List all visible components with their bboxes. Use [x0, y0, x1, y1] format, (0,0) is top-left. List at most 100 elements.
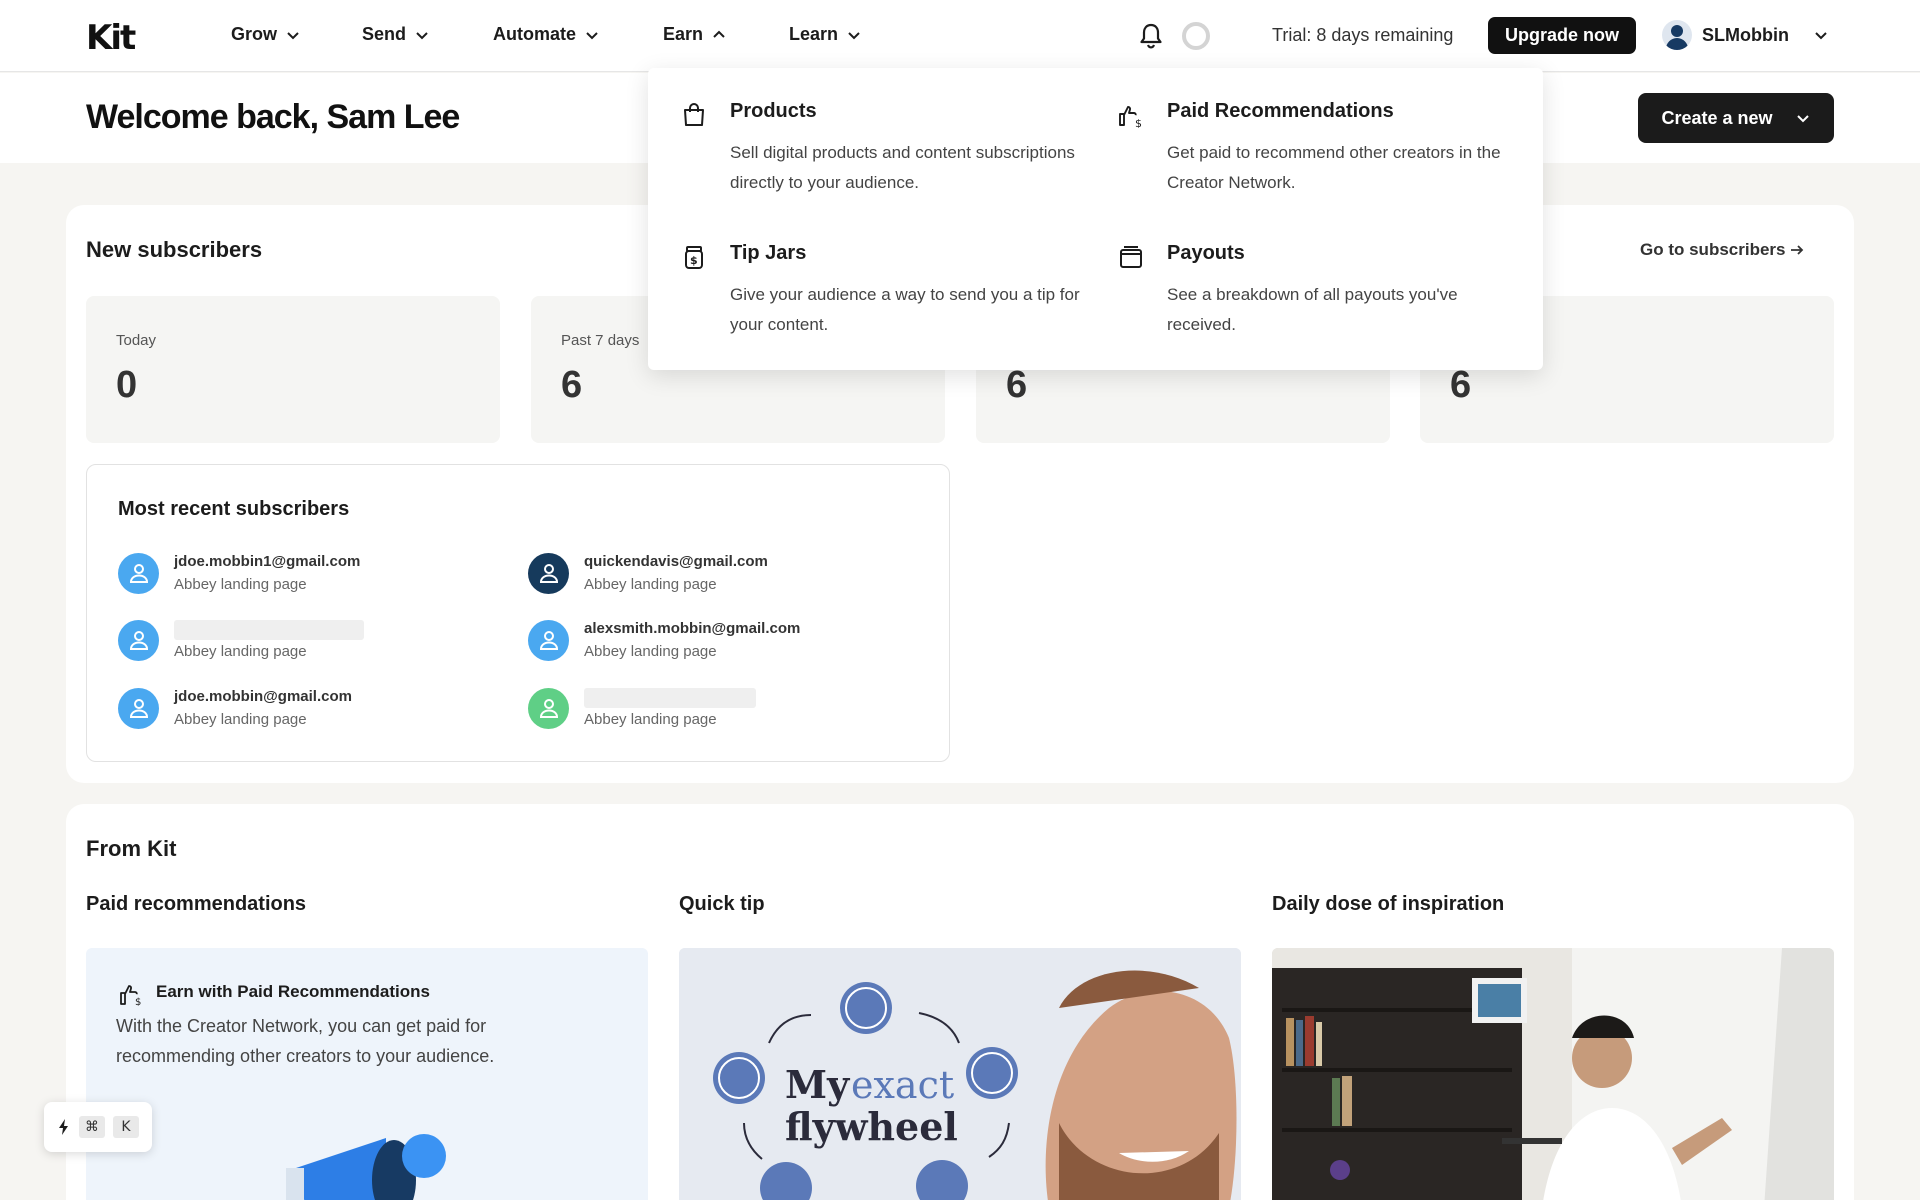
- bell-icon[interactable]: [1138, 22, 1164, 50]
- list-item[interactable]: alexsmith.mobbin@gmail.com Abbey landing…: [528, 620, 800, 661]
- top-navigation: Kit Grow Send Automate Earn Learn Trial:…: [0, 0, 1920, 72]
- command-key: ⌘: [79, 1116, 105, 1138]
- user-menu[interactable]: SLMobbin: [1662, 20, 1829, 50]
- flywheel-title-word-1: My: [785, 1062, 850, 1107]
- stat-label: Past 7 days: [561, 332, 640, 349]
- user-icon: [539, 699, 559, 718]
- menu-item-payouts[interactable]: Payouts See a breakdown of all payouts y…: [1118, 242, 1518, 352]
- subscriber-source: Abbey landing page: [174, 643, 307, 660]
- subscriber-avatar: [118, 620, 159, 661]
- subscriber-source: Abbey landing page: [174, 711, 307, 728]
- subscriber-email: jdoe.mobbin@gmail.com: [174, 688, 352, 705]
- k-key: K: [113, 1116, 139, 1138]
- subscriber-source: Abbey landing page: [584, 576, 717, 593]
- stat-value: 6: [1006, 364, 1028, 406]
- menu-item-description: Sell digital products and content subscr…: [730, 143, 1075, 192]
- trial-status: Trial: 8 days remaining: [1272, 25, 1454, 45]
- svg-text:$: $: [1135, 117, 1142, 128]
- user-icon: [539, 631, 559, 650]
- earn-dropdown-menu: Products Sell digital products and conte…: [648, 68, 1543, 370]
- redacted-placeholder: [584, 688, 756, 708]
- chevron-down-icon: [848, 31, 860, 39]
- nav-automate[interactable]: Automate: [493, 24, 600, 45]
- menu-item-paid-recommendations[interactable]: $ Paid Recommendations Get paid to recom…: [1118, 100, 1518, 210]
- kit-logo[interactable]: Kit: [86, 18, 136, 58]
- chevron-down-icon: [1796, 115, 1809, 123]
- list-item[interactable]: quickendavis@gmail.com Abbey landing pag…: [528, 553, 768, 594]
- subscriber-email: quickendavis@gmail.com: [584, 553, 768, 570]
- subscriber-avatar: [528, 620, 569, 661]
- command-palette-shortcut[interactable]: ⌘ K: [44, 1102, 152, 1152]
- subscriber-avatar: [528, 688, 569, 729]
- menu-item-products[interactable]: Products Sell digital products and conte…: [681, 100, 1081, 210]
- menu-item-description: Get paid to recommend other creators in …: [1167, 143, 1501, 192]
- nav-send-label: Send: [362, 24, 407, 44]
- subscriber-avatar: [118, 688, 159, 729]
- nav-earn[interactable]: Earn: [663, 24, 727, 45]
- subscriber-avatar: [528, 553, 569, 594]
- lightning-icon: [59, 1119, 68, 1135]
- paid-recommendations-heading: Paid recommendations: [86, 893, 307, 915]
- recent-subscribers-title: Most recent subscribers: [118, 498, 350, 520]
- promo-title: Earn with Paid Recommendations: [156, 982, 430, 1001]
- user-icon: [539, 564, 559, 583]
- paid-recommendations-promo[interactable]: $ Earn with Paid Recommendations With th…: [86, 948, 648, 1200]
- tip-jar-icon: $: [685, 246, 703, 269]
- stat-today: Today 0: [86, 296, 500, 443]
- list-item[interactable]: jdoe.mobbin@gmail.com Abbey landing page: [118, 688, 352, 729]
- menu-item-title: Payouts: [1167, 242, 1245, 264]
- thumbs-up-dollar-icon: $: [120, 985, 141, 1006]
- menu-item-description: Give your audience a way to send you a t…: [730, 285, 1080, 334]
- nav-grow[interactable]: Grow: [231, 24, 301, 45]
- nav-grow-label: Grow: [231, 24, 278, 44]
- chevron-down-icon: [287, 31, 299, 39]
- recent-subscribers-panel: Most recent subscribers jdoe.mobbin1@gma…: [86, 464, 950, 762]
- username: SLMobbin: [1702, 24, 1789, 45]
- list-item[interactable]: Abbey landing page: [118, 620, 364, 661]
- subscriber-source: Abbey landing page: [174, 576, 307, 593]
- subscriber-email: jdoe.mobbin1@gmail.com: [174, 553, 361, 570]
- stat-value: 6: [1450, 364, 1472, 406]
- nav-learn[interactable]: Learn: [789, 24, 862, 45]
- promo-text: With the Creator Network, you can get pa…: [116, 1016, 495, 1066]
- page-title: Welcome back, Sam Lee: [86, 98, 460, 136]
- menu-item-tip-jars[interactable]: $ Tip Jars Give your audience a way to s…: [681, 242, 1081, 352]
- quick-tip-image[interactable]: My exact flywheel: [679, 948, 1241, 1200]
- wallet-icon: [1120, 246, 1142, 268]
- menu-item-description: See a breakdown of all payouts you've re…: [1167, 285, 1458, 334]
- user-icon: [129, 699, 149, 718]
- chevron-down-icon: [1815, 32, 1827, 40]
- nav-send[interactable]: Send: [362, 24, 430, 45]
- upgrade-now-button[interactable]: Upgrade now: [1488, 17, 1636, 54]
- list-item[interactable]: Abbey landing page: [528, 688, 756, 729]
- subscriber-avatar: [118, 553, 159, 594]
- stat-value: 0: [116, 364, 138, 406]
- subscriber-email: alexsmith.mobbin@gmail.com: [584, 620, 801, 637]
- arrow-right-icon: [1791, 245, 1804, 255]
- stat-value: 6: [561, 364, 583, 406]
- go-to-subscribers-label: Go to subscribers: [1640, 240, 1786, 259]
- flywheel-title-word-2: exact: [851, 1063, 954, 1107]
- new-subscribers-title: New subscribers: [86, 237, 263, 262]
- svg-text:$: $: [690, 254, 698, 267]
- list-item[interactable]: jdoe.mobbin1@gmail.com Abbey landing pag…: [118, 553, 360, 594]
- quick-tip-heading: Quick tip: [679, 893, 765, 915]
- flywheel-illustration: My exact flywheel: [679, 948, 1241, 1200]
- daily-inspiration-image[interactable]: [1272, 948, 1834, 1200]
- create-new-label: Create a new: [1661, 107, 1773, 128]
- user-icon: [129, 631, 149, 650]
- chevron-down-icon: [586, 31, 598, 39]
- stat-label: Today: [116, 332, 157, 349]
- create-new-button[interactable]: Create a new: [1638, 93, 1834, 143]
- loading-spinner-icon: [1182, 22, 1210, 50]
- menu-item-title: Tip Jars: [730, 242, 807, 264]
- redacted-placeholder: [174, 620, 364, 640]
- chevron-up-icon: [713, 30, 725, 38]
- flywheel-title-word-3: flywheel: [785, 1104, 958, 1149]
- subscriber-email-redacted: [584, 688, 756, 708]
- subscriber-source: Abbey landing page: [584, 711, 717, 728]
- daily-inspiration-heading: Daily dose of inspiration: [1272, 893, 1505, 915]
- go-to-subscribers-link[interactable]: Go to subscribers: [1640, 240, 1805, 260]
- subscriber-source: Abbey landing page: [584, 643, 717, 660]
- user-avatar: [1662, 20, 1692, 50]
